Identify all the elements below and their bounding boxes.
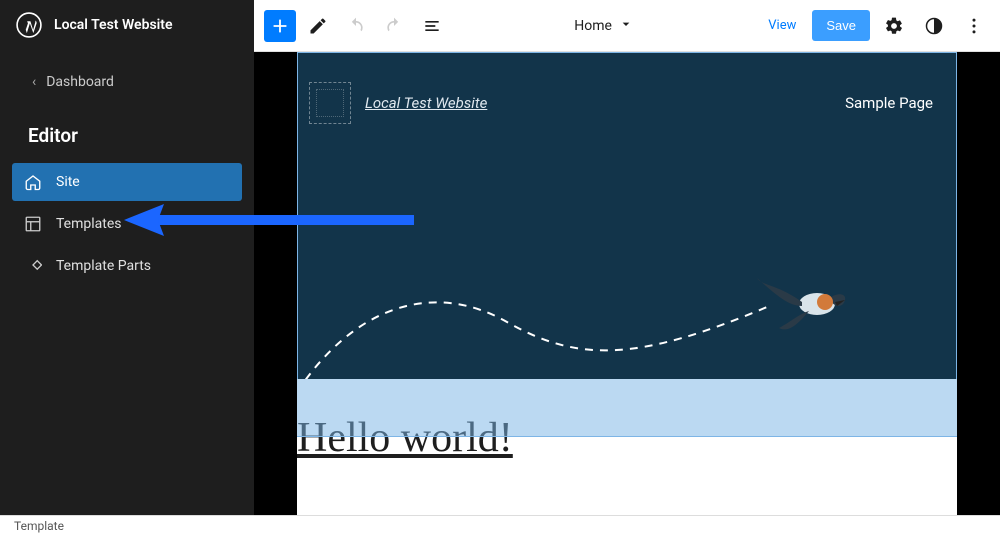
nav-site[interactable]: Site	[12, 163, 242, 201]
editor-toolbar: Home View Save	[254, 0, 1000, 52]
editor-nav: Site Templates Template Parts	[0, 163, 254, 289]
block-selection-overlay	[297, 379, 957, 437]
back-to-dashboard[interactable]: ‹ Dashboard	[0, 54, 254, 100]
hero-block[interactable]: Local Test Website Sample Page	[297, 52, 957, 379]
hero-header-row: Local Test Website Sample Page	[309, 82, 933, 124]
view-link[interactable]: View	[760, 12, 804, 39]
page-canvas[interactable]: Local Test Website Sample Page	[297, 52, 957, 515]
canvas-area: Local Test Website Sample Page	[254, 52, 1000, 515]
template-icon	[24, 215, 42, 233]
chevron-left-icon: ‹	[32, 74, 36, 90]
undo-icon[interactable]	[340, 10, 372, 42]
bird-illustration	[747, 266, 857, 336]
nav-label: Site	[56, 174, 80, 190]
doc-label: Home	[574, 18, 612, 34]
save-button[interactable]: Save	[812, 10, 870, 41]
edit-mode-icon[interactable]	[302, 10, 334, 42]
site-logo-placeholder[interactable]	[309, 82, 351, 124]
redo-icon[interactable]	[378, 10, 410, 42]
chevron-down-icon	[618, 16, 634, 36]
editor-sidebar: Local Test Website ‹ Dashboard Editor Si…	[0, 0, 254, 515]
editor-main: Home View Save	[254, 0, 1000, 515]
list-view-icon[interactable]	[416, 10, 448, 42]
breadcrumb-label: Template	[14, 519, 64, 533]
wordpress-logo-icon[interactable]	[16, 12, 42, 38]
site-title: Local Test Website	[54, 17, 173, 33]
sidebar-header: Local Test Website	[0, 0, 254, 54]
nav-template-parts[interactable]: Template Parts	[12, 247, 242, 285]
more-options-icon[interactable]	[958, 10, 990, 42]
hero-site-link[interactable]: Local Test Website	[365, 94, 487, 112]
footer-breadcrumb-bar[interactable]: Template	[0, 515, 1000, 535]
back-label: Dashboard	[46, 74, 114, 90]
styles-icon[interactable]	[918, 10, 950, 42]
add-block-button[interactable]	[264, 10, 296, 42]
nav-label: Template Parts	[56, 258, 151, 274]
document-selector[interactable]: Home	[574, 16, 634, 36]
hero-nav-item[interactable]: Sample Page	[845, 94, 933, 112]
parts-icon	[24, 257, 42, 275]
toolbar-right: View Save	[760, 10, 990, 42]
nav-templates[interactable]: Templates	[12, 205, 242, 243]
home-icon	[24, 173, 42, 191]
settings-icon[interactable]	[878, 10, 910, 42]
section-title: Editor	[0, 100, 254, 163]
nav-label: Templates	[56, 216, 122, 232]
